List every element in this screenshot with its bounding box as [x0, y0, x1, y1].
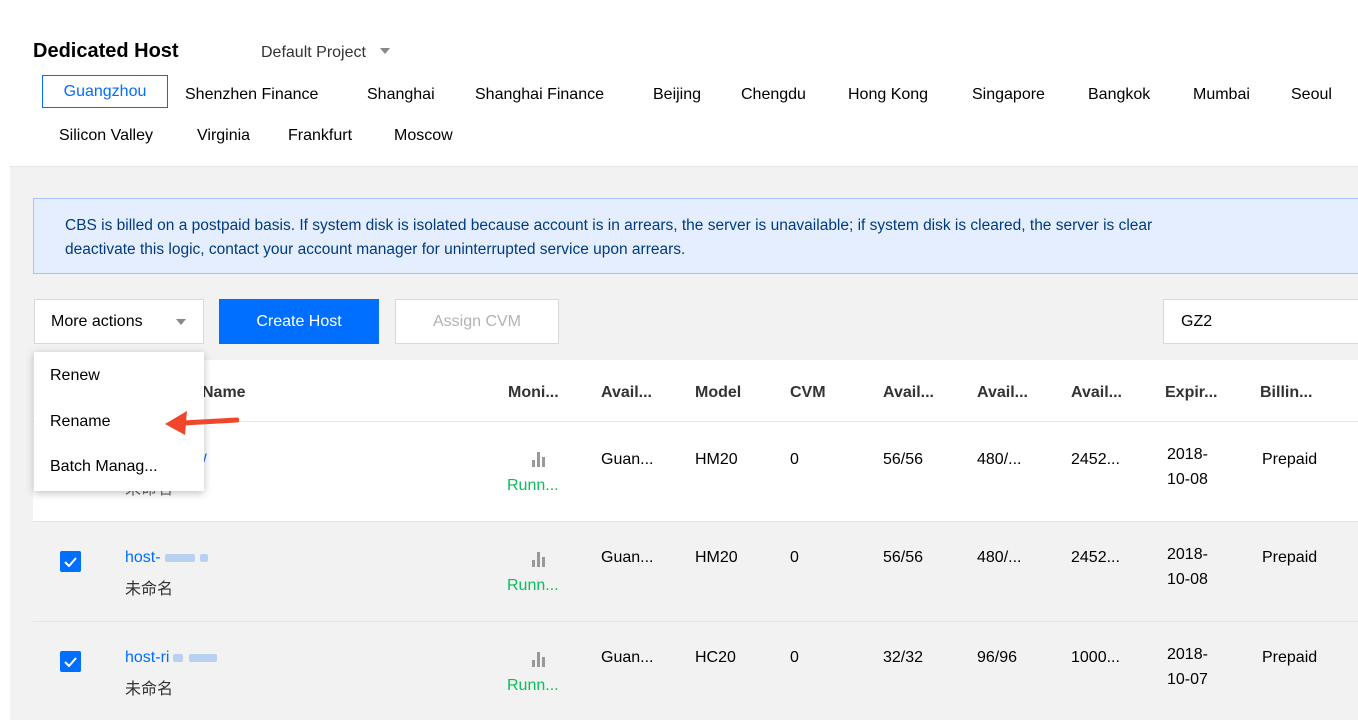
menu-item-renew[interactable]: Renew: [50, 367, 100, 385]
table-row[interactable]: host-ri 未命名 Runn... Guan... HC20 0 32/32…: [33, 622, 1358, 720]
table-row[interactable]: x5t8w 未命名 Runn... Guan... HM20 0 56/56 4…: [33, 422, 1358, 522]
column-header-available-cpu[interactable]: Avail...: [883, 384, 934, 402]
region-tab-shanghai-finance[interactable]: Shanghai Finance: [475, 86, 604, 104]
available-disk-cell: 1000...: [1071, 649, 1120, 666]
available-memory-cell: 480/...: [977, 549, 1022, 566]
page-header: Dedicated Host Default Project Guangzhou…: [10, 13, 1358, 167]
region-tab-hong-kong[interactable]: Hong Kong: [848, 86, 928, 104]
notice-line-1: CBS is billed on a postpaid basis. If sy…: [65, 217, 1153, 234]
status-text: Runn...: [507, 677, 559, 694]
region-tab-silicon-valley[interactable]: Silicon Valley: [59, 127, 153, 145]
zone-filter-input[interactable]: GZ2: [1163, 299, 1358, 344]
cvm-count-cell: 0: [790, 649, 799, 666]
app-window: Dedicated Host Default Project Guangzhou…: [10, 13, 1358, 720]
red-arrow-icon: [165, 411, 239, 435]
region-tab-shanghai[interactable]: Shanghai: [367, 86, 435, 104]
column-header-available-disk[interactable]: Avail...: [1071, 384, 1122, 402]
region-tab-mumbai[interactable]: Mumbai: [1193, 86, 1250, 104]
expiry-date: 10-08: [1167, 471, 1208, 488]
monitor-bar-icon[interactable]: [532, 651, 546, 667]
column-header-available-memory[interactable]: Avail...: [977, 384, 1028, 402]
checkmark-icon: [64, 556, 77, 567]
model-cell: HC20: [695, 649, 736, 666]
region-tab-shenzhen-finance[interactable]: Shenzhen Finance: [185, 86, 318, 104]
billing-notice: CBS is billed on a postpaid basis. If sy…: [33, 198, 1358, 274]
available-memory-cell: 480/...: [977, 451, 1022, 468]
host-id-link[interactable]: host-: [125, 549, 208, 567]
column-header-monitor[interactable]: Moni...: [508, 384, 559, 402]
status-text: Runn...: [507, 577, 559, 594]
region-tab-seoul[interactable]: Seoul: [1291, 86, 1332, 104]
model-cell: HM20: [695, 549, 738, 566]
assign-cvm-button[interactable]: Assign CVM: [395, 299, 559, 344]
available-memory-cell: 96/96: [977, 649, 1018, 666]
column-header-name[interactable]: Name: [202, 384, 246, 402]
checkmark-icon: [64, 656, 77, 667]
expiry-year: 2018-: [1167, 546, 1208, 563]
project-select-label: Default Project: [261, 44, 366, 61]
column-header-cvm[interactable]: CVM: [790, 384, 826, 402]
billing-cell: Prepaid: [1262, 549, 1318, 566]
host-id-text: host-ri: [125, 649, 170, 666]
available-cpu-cell: 32/32: [883, 649, 924, 666]
notice-line-2: deactivate this logic, contact your acco…: [65, 241, 686, 258]
expiry-date: 10-08: [1167, 571, 1208, 588]
status-text: Runn...: [507, 477, 559, 494]
zone-filter-value: GZ2: [1181, 312, 1213, 330]
host-id-link[interactable]: host-ri: [125, 649, 218, 667]
region-tab-beijing[interactable]: Beijing: [653, 86, 701, 104]
cvm-count-cell: 0: [790, 549, 799, 566]
model-cell: HM20: [695, 451, 738, 468]
create-host-button[interactable]: Create Host: [219, 299, 379, 344]
monitor-bar-icon[interactable]: [532, 551, 546, 567]
row-checkbox[interactable]: [60, 651, 81, 672]
available-cpu-cell: 56/56: [883, 451, 924, 468]
chevron-down-icon: [176, 319, 186, 325]
column-header-billing[interactable]: Billin...: [1260, 384, 1312, 402]
column-header-availability-zone[interactable]: Avail...: [601, 384, 652, 402]
column-header-expiry[interactable]: Expir...: [1165, 384, 1217, 402]
expiry-date: 10-07: [1167, 671, 1208, 688]
monitor-bar-icon[interactable]: [532, 451, 546, 467]
region-tab-chengdu[interactable]: Chengdu: [741, 86, 806, 104]
page-title: Dedicated Host: [33, 40, 179, 62]
table-row[interactable]: host- 未命名 Runn... Guan... HM20 0 56/56 4…: [33, 522, 1358, 622]
billing-cell: Prepaid: [1262, 649, 1318, 666]
host-alias: 未命名: [125, 581, 174, 598]
project-select[interactable]: Default Project: [261, 44, 390, 62]
menu-item-rename[interactable]: Rename: [50, 413, 110, 431]
column-header-model[interactable]: Model: [695, 384, 741, 402]
region-tab-virginia[interactable]: Virginia: [197, 127, 250, 145]
more-actions-button[interactable]: More actions: [34, 299, 204, 344]
available-cpu-cell: 56/56: [883, 549, 924, 566]
menu-item-batch-manage[interactable]: Batch Manag...: [50, 458, 158, 476]
host-alias: 未命名: [125, 681, 174, 698]
zone-cell: Guan...: [601, 451, 654, 468]
zone-cell: Guan...: [601, 549, 654, 566]
region-tab-moscow[interactable]: Moscow: [394, 127, 453, 145]
more-actions-label: More actions: [51, 312, 143, 330]
host-id-text: host-: [125, 549, 161, 566]
expiry-year: 2018-: [1167, 446, 1208, 463]
region-tab-guangzhou[interactable]: Guangzhou: [42, 75, 168, 108]
zone-cell: Guan...: [601, 649, 654, 666]
available-disk-cell: 2452...: [1071, 549, 1120, 566]
available-disk-cell: 2452...: [1071, 451, 1120, 468]
row-checkbox[interactable]: [60, 551, 81, 572]
billing-cell: Prepaid: [1262, 451, 1318, 468]
region-tab-bangkok[interactable]: Bangkok: [1088, 86, 1150, 104]
expiry-year: 2018-: [1167, 646, 1208, 663]
cvm-count-cell: 0: [790, 451, 799, 468]
region-tab-frankfurt[interactable]: Frankfurt: [288, 127, 352, 145]
region-tab-singapore[interactable]: Singapore: [972, 86, 1045, 104]
chevron-down-icon: [379, 47, 390, 54]
